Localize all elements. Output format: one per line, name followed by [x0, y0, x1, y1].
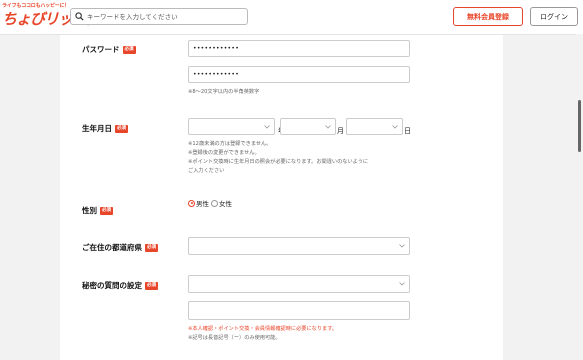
login-button[interactable]: ログイン	[530, 7, 578, 26]
birthdate-label: 生年月日 必須	[82, 123, 128, 134]
page-scrollbar-thumb[interactable]	[578, 100, 581, 152]
required-badge: 必須	[100, 206, 113, 215]
birth-year-select[interactable]	[188, 118, 275, 135]
secret-question-select[interactable]	[188, 275, 410, 293]
site-header: ライフもココロもハッピーに！ ちょびリッチ。 無料会員登録 ログイン	[0, 0, 583, 35]
birthdate-label-text: 生年月日	[82, 124, 112, 133]
password-field[interactable]: ••••••••••••	[188, 40, 410, 57]
secret-question-note-required: ※本人確認・ポイント交換・会員情報確認時に必要になります。	[188, 326, 338, 332]
chevron-down-icon	[392, 124, 398, 129]
secret-question-note: ※記号は長音記号（ー）のみ使用可能。	[188, 335, 281, 341]
logo-text: ちょびリッチ。	[2, 10, 100, 28]
gender-male-label[interactable]: 男性	[196, 198, 209, 208]
required-badge: 必須	[122, 45, 136, 54]
gender-male-radio[interactable]	[188, 199, 195, 207]
chevron-down-icon	[399, 282, 405, 286]
secret-answer-field[interactable]	[188, 301, 410, 320]
birth-month-select[interactable]	[280, 118, 336, 135]
birth-day-select[interactable]	[346, 118, 403, 135]
gender-label-text: 性別	[82, 206, 97, 215]
required-badge: 必須	[115, 124, 128, 133]
password-label-text: パスワード	[82, 45, 120, 54]
search-input[interactable]	[87, 10, 245, 23]
page-scrollbar-track[interactable]	[576, 34, 583, 360]
prefecture-select[interactable]	[188, 237, 410, 255]
secret-question-label: 秘密の質問の設定 必須	[82, 280, 158, 291]
search-icon	[75, 12, 84, 21]
required-badge: 必須	[145, 281, 158, 290]
day-unit: 日	[404, 127, 411, 135]
search-box[interactable]	[70, 8, 248, 25]
birthdate-note: ※登録後の変更ができません。	[188, 150, 260, 156]
password-note: ※8～20文字以内の半角英数字	[188, 89, 260, 95]
month-unit: 月	[337, 127, 344, 135]
chevron-down-icon	[264, 124, 270, 129]
prefecture-label: ご在住の都道府県 必須	[82, 242, 158, 253]
birthdate-note: ※ポイント交換時に生年月日の照会が必要になります。お間違いのないように	[188, 159, 369, 165]
logo-tagline: ライフもココロもハッピーに！	[2, 3, 70, 9]
gender-radio-group: 男性 女性	[188, 198, 232, 208]
chevron-down-icon	[325, 124, 331, 129]
password-confirm-field[interactable]: ••••••••••••	[188, 66, 410, 83]
birthdate-note: ご入力ください	[188, 168, 225, 174]
required-badge: 必須	[145, 243, 158, 252]
site-logo[interactable]: ライフもココロもハッピーに！ ちょびリッチ。	[2, 3, 100, 31]
prefecture-label-text: ご在住の都道府県	[82, 243, 142, 252]
registration-form-panel: パスワード 必須 •••••••••••• •••••••••••• ※8～20…	[60, 35, 503, 360]
gender-label: 性別 必須	[82, 205, 113, 216]
secret-question-label-text: 秘密の質問の設定	[82, 281, 142, 290]
gender-female-label[interactable]: 女性	[219, 198, 232, 208]
birthdate-note: ※12歳未満の方は登録できません。	[188, 141, 272, 147]
chevron-down-icon	[399, 244, 405, 248]
gender-female-radio[interactable]	[211, 199, 218, 207]
register-button[interactable]: 無料会員登録	[453, 7, 523, 26]
password-label: パスワード 必須	[82, 44, 136, 55]
